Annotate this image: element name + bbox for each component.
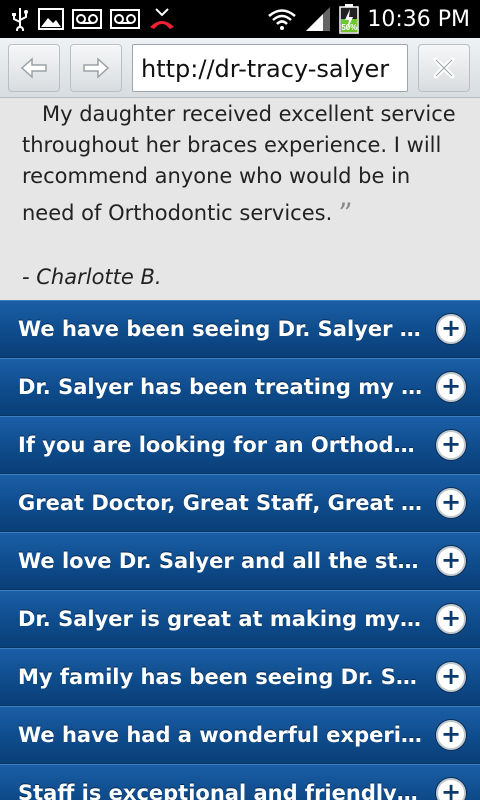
accordion-item-label: Dr. Salyer has been treating my son... [18,375,424,399]
testimonial-quote: My daughter received excellent service t… [22,99,458,229]
testimonial-line: need of Orthodontic services. [22,201,333,225]
testimonial-line: recommend anyone who would be in [22,164,411,188]
testimonial-block: My daughter received excellent service t… [0,99,480,299]
close-button[interactable] [418,43,470,92]
accordion-item[interactable]: Staff is exceptional and friendly ... + [0,764,480,800]
back-button[interactable] [8,43,60,92]
voicemail-icon [110,9,140,29]
accordion-item-label: If you are looking for an Orthodont... [18,433,424,457]
image-icon [38,8,64,30]
expand-plus-icon[interactable]: + [436,662,466,692]
usb-icon [10,7,30,31]
browser-toolbar: http://dr-tracy-salyer [0,38,480,98]
close-icon [433,57,455,78]
accordion-item-label: We have been seeing Dr. Salyer for ... [18,317,424,341]
testimonial-line: throughout her braces experience. I will [22,133,442,157]
accordion-item[interactable]: My family has been seeing Dr. Saly... + [0,648,480,706]
expand-plus-icon[interactable]: + [436,430,466,460]
wifi-icon [267,8,297,30]
expand-plus-icon[interactable]: + [436,488,466,518]
signal-icon [305,6,331,32]
accordion-item[interactable]: Great Doctor, Great Staff, Great Re... + [0,474,480,532]
accordion-item-label: Dr. Salyer is great at making my da... [18,607,424,631]
url-input[interactable]: http://dr-tracy-salyer [132,43,408,92]
accordion-item[interactable]: Dr. Salyer has been treating my son... + [0,358,480,416]
testimonial-accordion: We have been seeing Dr. Salyer for ... +… [0,300,480,800]
status-bar: 50% 10:36 PM [0,0,480,38]
accordion-item-label: We love Dr. Salyer and all the staf... [18,549,424,573]
accordion-item[interactable]: We have had a wonderful experienc... + [0,706,480,764]
battery-percent: 50% [341,23,358,32]
back-arrow-icon [20,56,47,79]
expand-plus-icon[interactable]: + [436,372,466,402]
accordion-item-label: Great Doctor, Great Staff, Great Re... [18,491,424,515]
accordion-item[interactable]: If you are looking for an Orthodont... + [0,416,480,474]
page-content: My daughter received excellent service t… [0,99,480,800]
expand-plus-icon[interactable]: + [436,546,466,576]
expand-plus-icon[interactable]: + [436,720,466,750]
forward-button[interactable] [70,43,122,92]
missed-call-icon [148,7,176,31]
accordion-item-label: My family has been seeing Dr. Saly... [18,665,424,689]
accordion-item[interactable]: We love Dr. Salyer and all the staf... + [0,532,480,590]
accordion-item-label: Staff is exceptional and friendly ... [18,781,424,800]
accordion-item[interactable]: Dr. Salyer is great at making my da... + [0,590,480,648]
testimonial-author: - Charlotte B. [22,265,162,289]
forward-arrow-icon [83,56,110,79]
battery-icon: 50% [339,4,360,34]
accordion-item-label: We have had a wonderful experienc... [18,723,424,747]
testimonial-line: My daughter received excellent service [42,102,456,126]
close-quote-mark: ” [338,197,353,230]
voicemail-icon [72,9,102,29]
status-time: 10:36 PM [367,6,470,32]
accordion-item[interactable]: We have been seeing Dr. Salyer for ... + [0,300,480,358]
expand-plus-icon[interactable]: + [436,604,466,634]
expand-plus-icon[interactable]: + [436,778,466,800]
expand-plus-icon[interactable]: + [436,314,466,344]
